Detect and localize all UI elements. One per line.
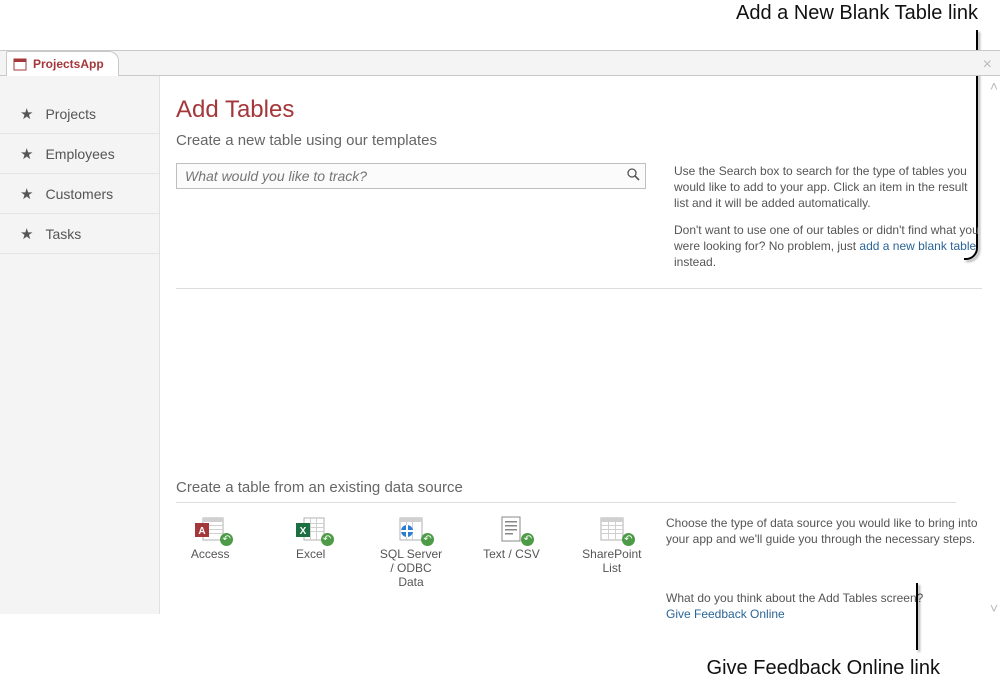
sidebar-item-label: Projects xyxy=(45,106,96,122)
app-icon xyxy=(13,58,27,71)
source-textcsv[interactable]: Text / CSV xyxy=(477,515,545,622)
excel-icon: X xyxy=(294,515,328,543)
sidebar-item-employees[interactable]: ★ Employees xyxy=(0,134,159,174)
sidebar-item-label: Employees xyxy=(45,146,114,162)
help-text: Use the Search box to search for the typ… xyxy=(674,163,982,280)
close-icon[interactable]: × xyxy=(983,56,992,74)
source-label: Access xyxy=(191,547,230,561)
star-icon: ★ xyxy=(20,225,33,243)
annotation-top: Add a New Blank Table link xyxy=(736,2,978,25)
search-input[interactable] xyxy=(176,163,646,189)
sources-help-text: Choose the type of data source you would… xyxy=(666,515,982,547)
tab-projectsapp[interactable]: ProjectsApp xyxy=(6,51,119,76)
add-blank-table-link[interactable]: add a new blank table xyxy=(859,239,976,253)
source-label: SharePoint List xyxy=(578,547,646,575)
tab-title: ProjectsApp xyxy=(33,57,104,71)
annotation-line-bottom xyxy=(916,583,918,650)
source-sqlserver[interactable]: SQL Server / ODBC Data xyxy=(377,515,445,622)
source-access[interactable]: A Access xyxy=(176,515,244,622)
tabbar: ProjectsApp × xyxy=(0,51,1000,76)
sidebar-item-tasks[interactable]: ★ Tasks xyxy=(0,214,159,254)
star-icon: ★ xyxy=(20,105,33,123)
source-label: SQL Server / ODBC Data xyxy=(377,547,445,589)
database-icon xyxy=(394,515,428,543)
sidebar-item-customers[interactable]: ★ Customers xyxy=(0,174,159,214)
feedback-text: What do you think about the Add Tables s… xyxy=(666,591,923,605)
search-icon[interactable] xyxy=(626,167,640,184)
give-feedback-link[interactable]: Give Feedback Online xyxy=(666,607,785,621)
annotation-bottom: Give Feedback Online link xyxy=(707,657,940,680)
access-icon: A xyxy=(193,515,227,543)
sidebar-item-label: Customers xyxy=(45,186,113,202)
svg-text:A: A xyxy=(199,526,206,537)
star-icon: ★ xyxy=(20,185,33,203)
sidebar-item-label: Tasks xyxy=(45,226,81,242)
sidebar: ★ Projects ★ Employees ★ Customers ★ Tas… xyxy=(0,76,160,614)
source-excel[interactable]: X Excel xyxy=(276,515,344,622)
scroll-down-icon[interactable]: ˅ xyxy=(990,600,998,616)
scroll-up-icon[interactable]: ˄ xyxy=(990,78,998,94)
source-label: Text / CSV xyxy=(483,547,540,561)
sidebar-item-projects[interactable]: ★ Projects xyxy=(0,94,159,134)
source-sharepoint[interactable]: SharePoint List xyxy=(578,515,646,622)
page-subtitle: Create a new table using our templates xyxy=(176,132,982,149)
star-icon: ★ xyxy=(20,145,33,163)
textfile-icon xyxy=(494,515,528,543)
sharepoint-icon xyxy=(595,515,629,543)
existing-source-heading: Create a table from an existing data sou… xyxy=(176,479,956,503)
source-label: Excel xyxy=(296,547,325,561)
svg-text:X: X xyxy=(299,526,306,537)
page-title: Add Tables xyxy=(176,96,982,124)
